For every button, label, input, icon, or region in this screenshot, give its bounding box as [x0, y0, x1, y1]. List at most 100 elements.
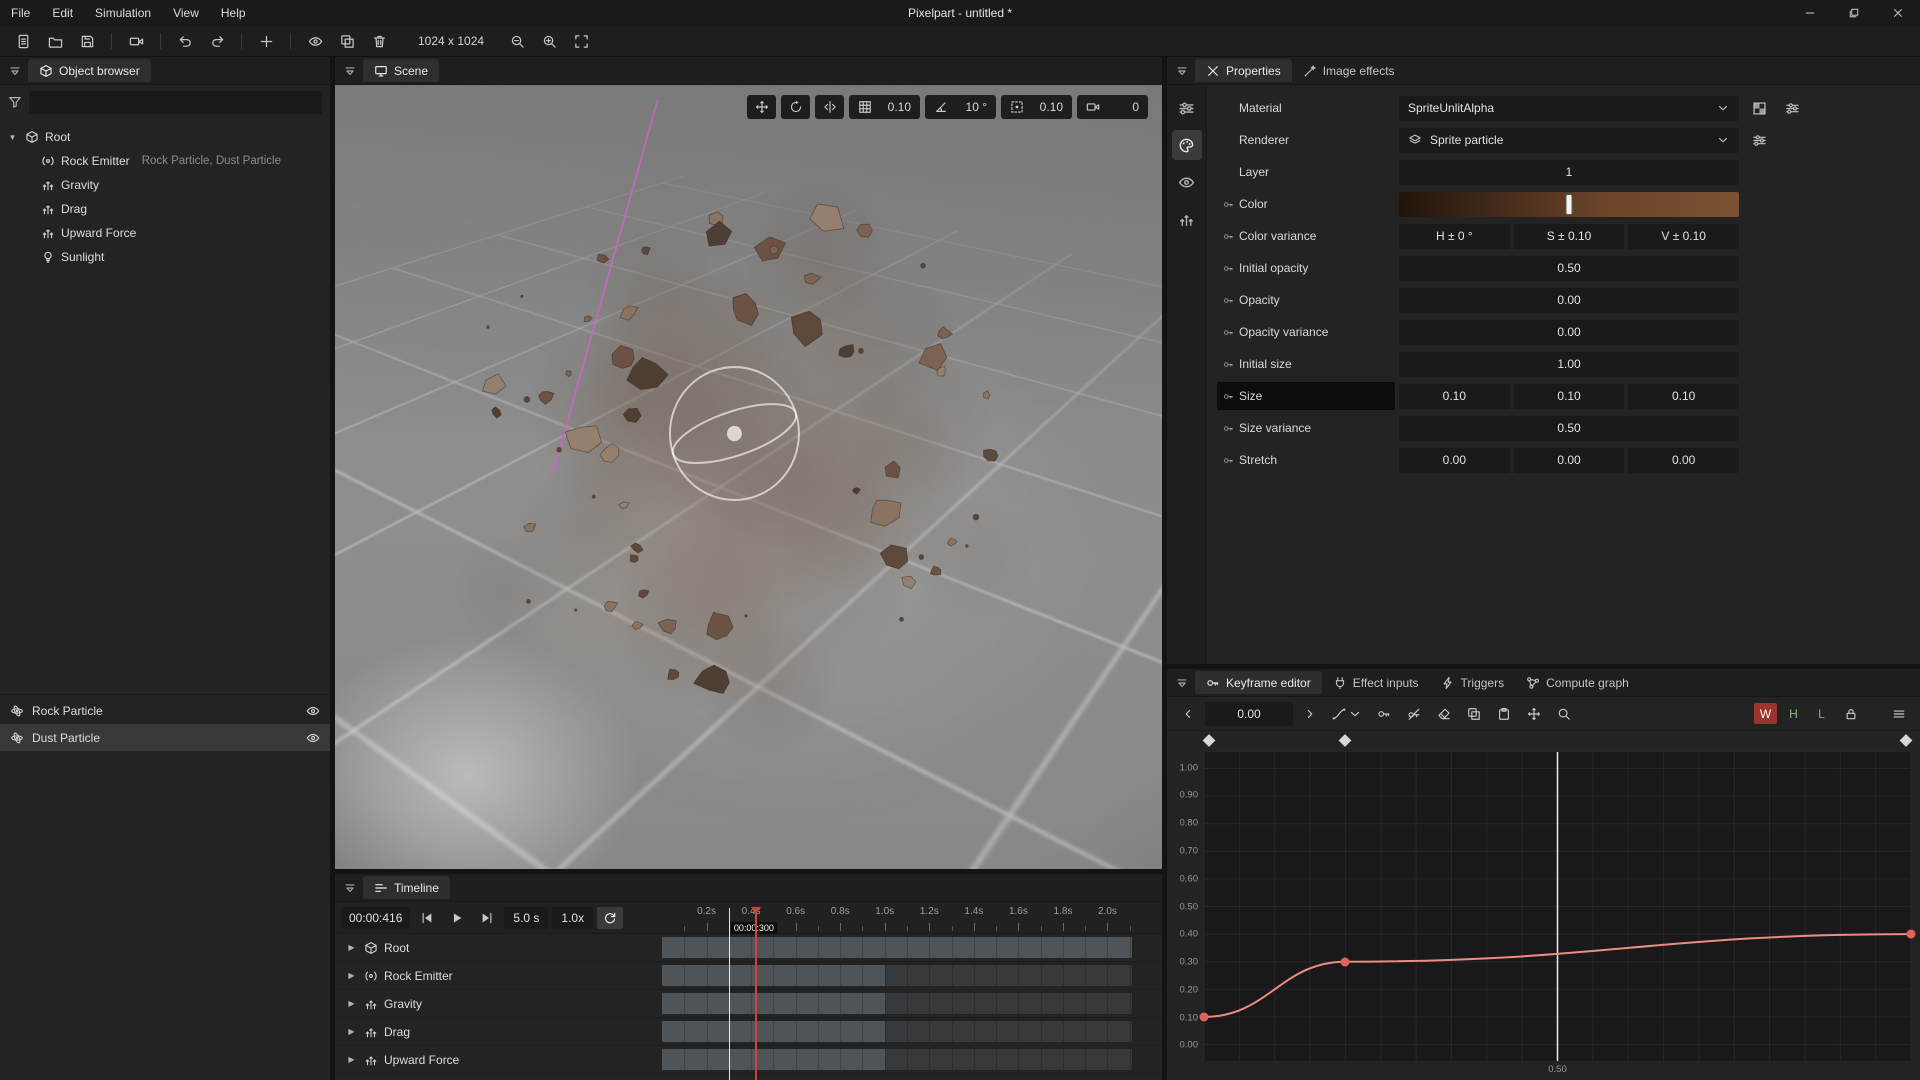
opacity-variance-field[interactable]: 0.00 — [1399, 320, 1739, 345]
tree-item-root[interactable]: ▼Root — [0, 125, 330, 149]
timeline-row-header[interactable]: ▶Upward Force — [335, 1053, 662, 1067]
menu-file[interactable]: File — [0, 0, 41, 26]
section-forces[interactable] — [1172, 204, 1202, 234]
clear-keyframes-button[interactable] — [1431, 702, 1457, 726]
scrub-line[interactable]: 00:00:300 — [729, 908, 730, 1080]
tab-object-browser[interactable]: Object browser — [28, 59, 151, 82]
redo-button[interactable] — [202, 29, 232, 54]
material-dropdown[interactable]: SpriteUnlitAlpha — [1399, 96, 1739, 121]
maximize-button[interactable] — [1832, 0, 1876, 26]
property-label-cell[interactable]: Material — [1217, 94, 1395, 122]
zoom-out-button[interactable] — [502, 29, 532, 54]
keyframe-indicator[interactable] — [1217, 455, 1239, 466]
stretch-field-1[interactable]: 0.00 — [1514, 448, 1625, 473]
tab-scene[interactable]: Scene — [363, 59, 439, 82]
toggle-visibility-button[interactable] — [300, 29, 330, 54]
layer-field[interactable]: 1 — [1399, 160, 1739, 185]
previous-keyframe-button[interactable] — [1175, 702, 1201, 726]
keyframe-indicator[interactable] — [1217, 391, 1239, 402]
expand-arrow-icon[interactable]: ▶ — [345, 971, 358, 980]
tree-item-drag[interactable]: Drag — [0, 197, 330, 221]
initial-size-field[interactable]: 1.00 — [1399, 352, 1739, 377]
timeline-track[interactable] — [662, 1049, 1132, 1070]
panel-collapse-icon[interactable] — [4, 60, 26, 82]
tab-keyframe-editor[interactable]: Keyframe editor — [1195, 671, 1322, 694]
timeline-row-header[interactable]: ▶Root — [335, 941, 662, 955]
particle-type-rock-particle[interactable]: Rock Particle — [0, 697, 330, 724]
add-keyframe-button[interactable] — [1371, 702, 1397, 726]
undo-button[interactable] — [170, 29, 200, 54]
keyframe-marker-strip[interactable] — [1203, 731, 1912, 751]
color-variance-field-0[interactable]: H ± 0 ° — [1399, 224, 1510, 249]
keyframe-diamond[interactable] — [1338, 734, 1351, 747]
tab-properties[interactable]: Properties — [1195, 59, 1292, 82]
size-field-2[interactable]: 0.10 — [1628, 384, 1739, 409]
keyframe-indicator[interactable] — [1217, 327, 1239, 338]
copy-keyframes-button[interactable] — [1461, 702, 1487, 726]
scale-step-field[interactable]: 0.10 — [1001, 95, 1072, 119]
duration-field[interactable]: 5.0 s — [504, 907, 548, 929]
playhead[interactable] — [755, 908, 757, 1080]
keyframe-diamond[interactable] — [1900, 734, 1913, 747]
keyframe-diamond[interactable] — [1202, 734, 1215, 747]
timeline-row-header[interactable]: ▶Rock Emitter — [335, 969, 662, 983]
menu-help[interactable]: Help — [210, 0, 257, 26]
new-file-button[interactable] — [8, 29, 38, 54]
color-variance-field-1[interactable]: S ± 0.10 — [1514, 224, 1625, 249]
rotate-tool-button[interactable] — [781, 95, 810, 119]
remove-keyframe-button[interactable] — [1401, 702, 1427, 726]
object-filter-input[interactable] — [29, 91, 322, 114]
property-label-cell[interactable]: Color variance — [1217, 222, 1395, 250]
render-video-button[interactable] — [121, 29, 151, 54]
menu-simulation[interactable]: Simulation — [84, 0, 162, 26]
size-field-0[interactable]: 0.10 — [1399, 384, 1510, 409]
timeline-row-header[interactable]: ▶Gravity — [335, 997, 662, 1011]
fit-view-button[interactable] — [566, 29, 596, 54]
keyframe-point[interactable] — [1341, 957, 1350, 966]
sliders-button[interactable] — [1780, 96, 1805, 121]
size-variance-field[interactable]: 0.50 — [1399, 416, 1739, 441]
visibility-toggle[interactable] — [306, 731, 320, 745]
timeline-track[interactable] — [662, 965, 1132, 986]
move-tool-button[interactable] — [747, 95, 776, 119]
keyframe-indicator[interactable] — [1217, 231, 1239, 242]
scene-viewport[interactable]: 0.1010 °0.100 — [335, 85, 1162, 869]
keyframe-menu-button[interactable] — [1886, 702, 1912, 726]
keyframe-indicator[interactable] — [1217, 199, 1239, 210]
axis-w-button[interactable]: W — [1754, 703, 1777, 724]
timeline-track[interactable] — [662, 937, 1132, 958]
timeline-clip[interactable] — [662, 937, 1132, 958]
keyframe-value-field[interactable]: 0.00 — [1205, 702, 1293, 726]
property-label-cell[interactable]: Stretch — [1217, 446, 1395, 474]
next-keyframe-button[interactable] — [1297, 702, 1323, 726]
menu-edit[interactable]: Edit — [41, 0, 84, 26]
mirror-tool-button[interactable] — [815, 95, 844, 119]
renderer-dropdown[interactable]: Sprite particle — [1399, 128, 1739, 153]
tree-item-rock-emitter[interactable]: Rock EmitterRock Particle, Dust Particle — [0, 149, 330, 173]
rotation-step-field[interactable]: 10 ° — [925, 95, 996, 119]
tree-item-upward-force[interactable]: Upward Force — [0, 221, 330, 245]
paste-keyframes-button[interactable] — [1491, 702, 1517, 726]
panel-collapse-icon[interactable] — [1171, 672, 1193, 694]
expand-arrow-icon[interactable]: ▶ — [345, 1055, 358, 1064]
property-label-cell[interactable]: Layer — [1217, 158, 1395, 186]
interpolation-dropdown[interactable] — [1327, 702, 1367, 726]
section-emission-settings[interactable] — [1172, 93, 1202, 123]
tab-compute-graph[interactable]: Compute graph — [1515, 671, 1640, 694]
color-gradient-field[interactable] — [1399, 192, 1739, 217]
axis-h-button[interactable]: H — [1782, 703, 1805, 724]
sliders-button[interactable] — [1747, 128, 1772, 153]
lock-axis-button[interactable] — [1838, 702, 1864, 726]
panel-collapse-icon[interactable] — [339, 877, 361, 899]
size-field-1[interactable]: 0.10 — [1514, 384, 1625, 409]
property-label-cell[interactable]: Size variance — [1217, 414, 1395, 442]
panel-collapse-icon[interactable] — [339, 60, 361, 82]
expand-arrow-icon[interactable]: ▶ — [345, 1027, 358, 1036]
axis-l-button[interactable]: L — [1810, 703, 1833, 724]
loop-toggle[interactable] — [597, 907, 623, 929]
expand-arrow-icon[interactable]: ▶ — [345, 943, 358, 952]
save-file-button[interactable] — [72, 29, 102, 54]
color-variance-field-2[interactable]: V ± 0.10 — [1628, 224, 1739, 249]
timeline-row-header[interactable]: ▶Drag — [335, 1025, 662, 1039]
initial-opacity-field[interactable]: 0.50 — [1399, 256, 1739, 281]
